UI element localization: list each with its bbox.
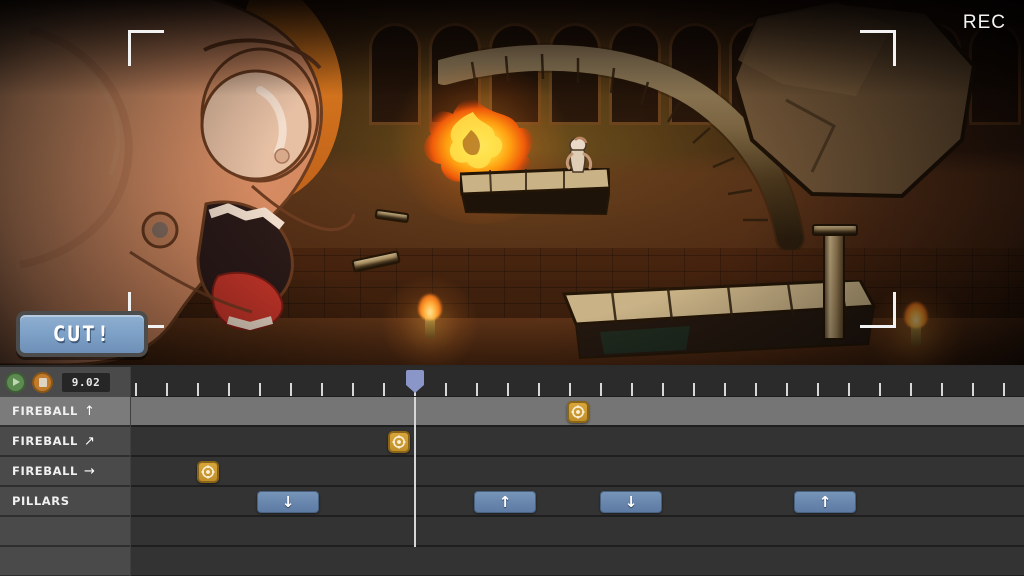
ruler-tick — [786, 383, 788, 396]
ruler-tick — [600, 383, 602, 396]
ruler-tick — [817, 383, 819, 396]
track-label-fireball-0[interactable]: FIREBALL ↑ — [0, 397, 130, 427]
ruler-tick — [1003, 383, 1005, 396]
play-icon — [13, 378, 20, 386]
ruler-tick — [259, 383, 261, 396]
ruler-tick — [972, 383, 974, 396]
timeline-transport: 9.02 — [0, 367, 130, 397]
ruler-tick — [166, 383, 168, 396]
track-lane[interactable] — [131, 457, 1024, 487]
pillar-direction-arrow: ↓ — [625, 495, 638, 510]
track-label-text: FIREBALL — [12, 464, 78, 478]
ruler-tick — [197, 383, 199, 396]
ruler-tick — [228, 383, 230, 396]
track-lane[interactable] — [131, 547, 1024, 576]
fireball-target-icon — [571, 405, 585, 419]
fireball-target-icon — [201, 465, 215, 479]
track-direction-arrow: → — [84, 465, 95, 478]
pillar-direction-arrow: ↑ — [819, 495, 832, 510]
playhead-line — [414, 397, 416, 547]
torch — [911, 320, 921, 346]
ruler-tick — [941, 383, 943, 396]
ruler-tick — [848, 383, 850, 396]
track-label-text: FIREBALL — [12, 434, 78, 448]
hero-character — [561, 136, 595, 176]
track-label-text: PILLARS — [12, 494, 70, 508]
track-label-fireball-2[interactable]: FIREBALL → — [0, 457, 130, 487]
track-lane[interactable]: ↓ ↑ ↓ ↑ — [131, 487, 1024, 517]
playhead-handle[interactable] — [406, 370, 424, 392]
floating-rock — [716, 0, 986, 210]
viewfinder-corner-bottom-right — [860, 292, 896, 328]
pillar-event-button[interactable]: ↓ — [600, 491, 662, 513]
fireball-event-marker[interactable] — [197, 461, 219, 483]
track-direction-arrow: ↗ — [84, 435, 95, 448]
game-screen: REC CUT! 9.02 FIREBALL↑FIREBALL↗FIREBALL… — [0, 0, 1024, 576]
stop-icon — [39, 378, 47, 387]
ruler-tick — [445, 383, 447, 396]
fireball-event-marker[interactable] — [388, 431, 410, 453]
ruler-tick — [507, 383, 509, 396]
pillar-event-button[interactable]: ↓ — [257, 491, 319, 513]
track-label-fireball-1[interactable]: FIREBALL ↗ — [0, 427, 130, 457]
stop-button[interactable] — [32, 372, 53, 393]
track-direction-arrow: ↑ — [84, 405, 95, 418]
track-label-empty — [0, 547, 130, 576]
rec-indicator: REC — [963, 12, 1006, 34]
playhead-body — [406, 370, 424, 385]
ruler-tick — [755, 383, 757, 396]
ruler-tick — [135, 383, 137, 396]
ruler-tick — [910, 383, 912, 396]
viewfinder-corner-top-left — [128, 30, 164, 66]
track-lane-column: ↓ ↑ ↓ ↑ — [131, 397, 1024, 576]
ruler-tick — [879, 383, 881, 396]
pillar-direction-arrow: ↓ — [282, 495, 295, 510]
track-lane[interactable] — [131, 517, 1024, 547]
pillar-direction-arrow: ↑ — [499, 495, 512, 510]
pillar-event-button[interactable]: ↑ — [474, 491, 536, 513]
fireball-target-icon — [392, 435, 406, 449]
track-label-column: FIREBALL ↑ FIREBALL ↗ FIREBALL → PILLARS — [0, 397, 130, 576]
stone-pillar — [823, 232, 845, 340]
ruler-tick — [290, 383, 292, 396]
time-value: 9.02 — [72, 376, 101, 389]
track-label-text: FIREBALL — [12, 404, 78, 418]
time-display[interactable]: 9.02 — [62, 373, 110, 392]
game-viewport: REC — [0, 0, 1024, 365]
play-button[interactable] — [5, 372, 26, 393]
cut-button-label: CUT! — [53, 322, 112, 346]
pillar-capital — [812, 224, 858, 236]
ruler-tick — [352, 383, 354, 396]
ruler-tick — [693, 383, 695, 396]
ruler-tick — [631, 383, 633, 396]
ruler-tick — [383, 383, 385, 396]
fireball-event-marker[interactable] — [567, 401, 589, 423]
ruler-tick — [569, 383, 571, 396]
track-label-pillars[interactable]: PILLARS — [0, 487, 130, 517]
timeline-panel: 9.02 FIREBALL↑FIREBALL↗FIREBALL→PILLARS … — [0, 365, 1024, 576]
ruler-tick — [662, 383, 664, 396]
viewfinder-corner-top-right — [860, 30, 896, 66]
timeline-ruler[interactable] — [131, 367, 1024, 397]
track-lane[interactable] — [131, 427, 1024, 457]
playhead-tip — [406, 385, 424, 393]
track-lane[interactable] — [131, 397, 1024, 427]
ruler-tick — [538, 383, 540, 396]
pillar-event-button[interactable]: ↑ — [794, 491, 856, 513]
ruler-tick — [476, 383, 478, 396]
track-label-empty — [0, 517, 130, 547]
ruler-tick — [724, 383, 726, 396]
ruler-tick — [321, 383, 323, 396]
torch — [425, 312, 435, 338]
cut-button[interactable]: CUT! — [16, 311, 148, 357]
